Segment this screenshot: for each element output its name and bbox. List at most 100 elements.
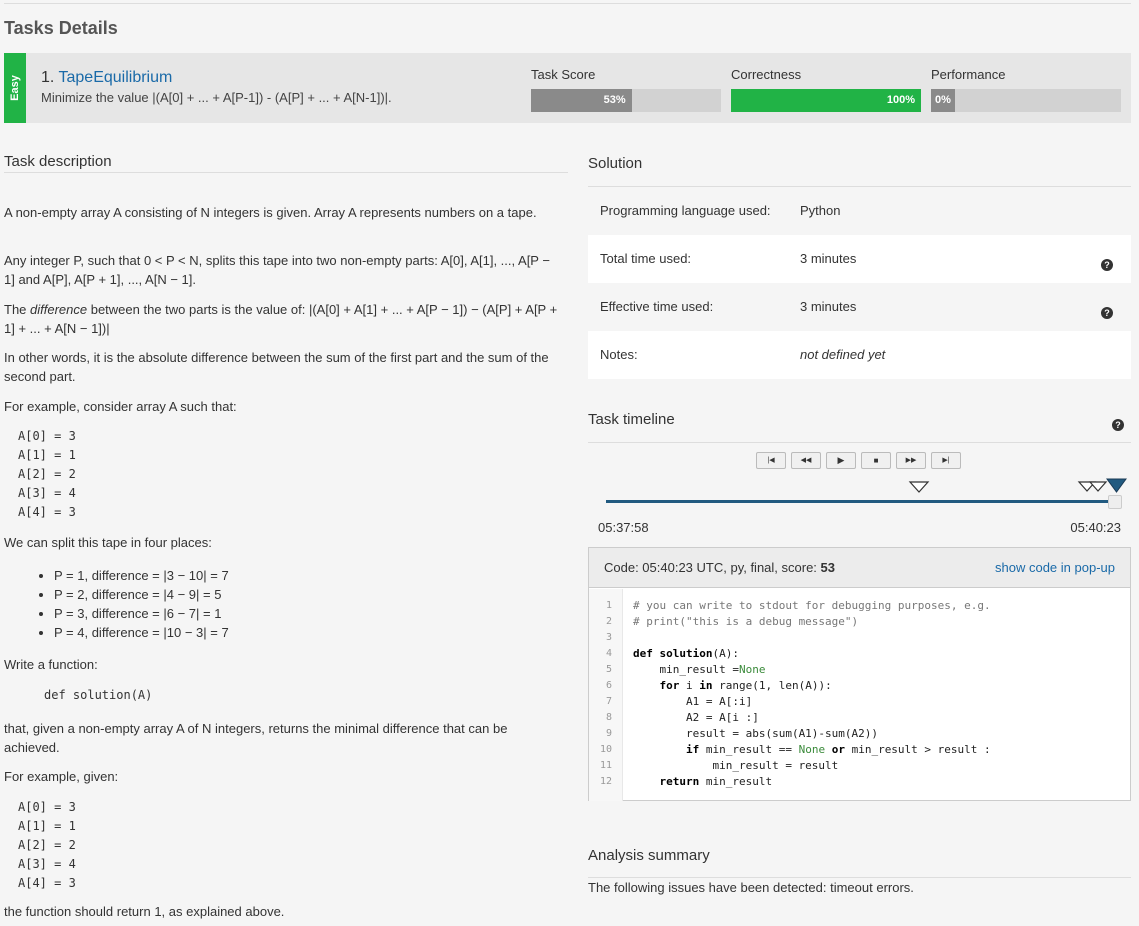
- code-line: 12 return min_result: [589, 774, 1129, 790]
- help-icon[interactable]: ?: [1112, 419, 1124, 431]
- line-number: 2: [605, 616, 612, 627]
- description-paragraph: Any integer P, such that 0 < P < N, spli…: [4, 253, 550, 287]
- task-description-title: Task description: [4, 153, 112, 170]
- task-name-link[interactable]: TapeEquilibrium: [59, 69, 173, 86]
- performance-bar: 0%: [931, 89, 1121, 112]
- first-button[interactable]: |◀: [756, 452, 786, 469]
- task-header: Easy 1. TapeEquilibrium Minimize the val…: [4, 53, 1131, 123]
- description-paragraph: For example, given:: [4, 769, 119, 784]
- timeline-handle[interactable]: [1108, 495, 1122, 509]
- line-number: 8: [605, 712, 612, 723]
- list-item: P = 2, difference = |4 − 9| = 5: [54, 585, 229, 604]
- line-number: 3: [605, 632, 612, 643]
- list-item: P = 3, difference = |6 − 7| = 1: [54, 604, 229, 623]
- code-line: 10 if min_result == None or min_result >…: [589, 742, 1129, 758]
- code-text: if min_result == None or min_result > re…: [685, 743, 991, 756]
- metric-performance: Performance 0%: [931, 67, 1121, 112]
- stop-button[interactable]: ■: [861, 452, 891, 469]
- info-key: Programming language used:: [600, 203, 771, 218]
- last-button[interactable]: ▶|: [931, 452, 961, 469]
- line-number: 7: [605, 696, 612, 707]
- help-icon[interactable]: ?: [1101, 259, 1113, 271]
- line-number: 1: [605, 600, 612, 611]
- correctness-bar: 100%: [731, 89, 921, 112]
- code-line: 6 for i in range(1, len(A)):: [589, 678, 1129, 694]
- info-value: not defined yet: [800, 347, 886, 362]
- line-number: 10: [599, 744, 612, 755]
- info-key: Total time used:: [600, 251, 692, 266]
- description-paragraph: Write a function:: [4, 657, 98, 672]
- timeline-controls: |◀ ◀◀ ▶ ■ ▶▶ ▶|: [756, 452, 966, 469]
- timeline-title: Task timeline: [588, 411, 675, 428]
- code-info: Code: 05:40:23 UTC, py, final, score: 53: [604, 560, 836, 575]
- example-array-1: A[0] = 3 A[1] = 1 A[2] = 2 A[3] = 4 A[4]…: [18, 427, 76, 522]
- line-number: 12: [599, 776, 612, 787]
- code-text: result = abs(sum(A1)-sum(A2)): [633, 727, 879, 740]
- code-text: # print("this is a debug message"): [633, 615, 859, 628]
- info-value: 3 minutes: [800, 299, 857, 314]
- code-line: 11 min_result = result: [589, 758, 1129, 774]
- description-paragraph: We can split this tape in four places:: [4, 535, 212, 550]
- info-value: Python: [800, 203, 841, 218]
- divider: [588, 877, 1131, 878]
- description-paragraph: For example, consider array A such that:: [4, 399, 237, 414]
- list-item: P = 4, difference = |10 − 3| = 7: [54, 623, 229, 642]
- play-button[interactable]: ▶: [826, 452, 856, 469]
- line-number: 9: [605, 728, 612, 739]
- array-line: A[1] = 1: [18, 819, 76, 833]
- timeline-start-time: 05:37:58: [598, 520, 649, 535]
- code-header: Code: 05:40:23 UTC, py, final, score: 53…: [589, 548, 1130, 588]
- rewind-button[interactable]: ◀◀: [791, 452, 821, 469]
- description-paragraph: that, given a non-empty array A of N int…: [4, 721, 508, 755]
- splits-list: P = 1, difference = |3 − 10| = 7 P = 2, …: [54, 566, 229, 642]
- task-title: 1. TapeEquilibrium: [41, 69, 172, 87]
- first-icon: |◀: [767, 457, 775, 464]
- page-title: Tasks Details: [4, 18, 118, 38]
- show-code-popup-link[interactable]: show code in pop-up: [995, 560, 1115, 575]
- code-text: def solution(A):: [633, 647, 739, 660]
- solution-title: Solution: [588, 155, 643, 172]
- divider: [4, 172, 568, 173]
- divider: [588, 442, 1131, 443]
- array-line: A[2] = 2: [18, 467, 76, 481]
- line-number: 4: [605, 648, 612, 659]
- code-text: min_result = result: [633, 759, 839, 772]
- analysis-text: The following issues have been detected:…: [588, 880, 914, 895]
- code-text: min_result =None: [633, 663, 766, 676]
- metric-correctness: Correctness 100%: [731, 67, 921, 112]
- code-text: A1 = A[:i]: [633, 695, 753, 708]
- code-text: A2 = A[i :]: [633, 711, 759, 724]
- correctness-bar-value: 100%: [886, 94, 915, 106]
- last-icon: ▶|: [942, 457, 950, 464]
- play-icon: ▶: [837, 455, 845, 465]
- array-line: A[1] = 1: [18, 448, 76, 462]
- code-line: 9 result = abs(sum(A1)-sum(A2)): [589, 726, 1129, 742]
- code-text: for i in range(1, len(A)):: [659, 679, 832, 692]
- code-line: 3: [589, 630, 1129, 646]
- analysis-title: Analysis summary: [588, 847, 710, 864]
- task-summary: Minimize the value |(A[0] + ... + A[P-1]…: [41, 90, 392, 105]
- array-line: A[2] = 2: [18, 838, 76, 852]
- timeline-end-time: 05:40:23: [1070, 520, 1121, 535]
- info-value: 3 minutes: [800, 251, 857, 266]
- code-line: 2 # print("this is a debug message"): [589, 614, 1129, 630]
- info-row-language: Programming language used: Python: [588, 187, 1131, 235]
- code-line: 5 min_result =None: [589, 662, 1129, 678]
- fast-forward-button[interactable]: ▶▶: [896, 452, 926, 469]
- timeline-marker-icon[interactable]: [908, 480, 930, 494]
- help-icon[interactable]: ?: [1101, 307, 1113, 319]
- timeline-end-markers[interactable]: [1077, 478, 1129, 494]
- timeline-track[interactable]: [606, 500, 1116, 503]
- array-line: A[4] = 3: [18, 505, 76, 519]
- code-line: 1 # you can write to stdout for debugging…: [589, 598, 1129, 614]
- array-line: A[0] = 3: [18, 800, 76, 814]
- code-line: 8 A2 = A[i :]: [589, 710, 1129, 726]
- info-key: Effective time used:: [600, 299, 714, 314]
- line-number: 6: [605, 680, 612, 691]
- top-divider: [4, 3, 1131, 4]
- array-line: A[3] = 4: [18, 857, 76, 871]
- score-bar: 53%: [531, 89, 721, 112]
- description-paragraph: The difference between the two parts is …: [4, 302, 558, 336]
- code-text: return min_result: [659, 775, 773, 788]
- line-number: 5: [605, 664, 612, 675]
